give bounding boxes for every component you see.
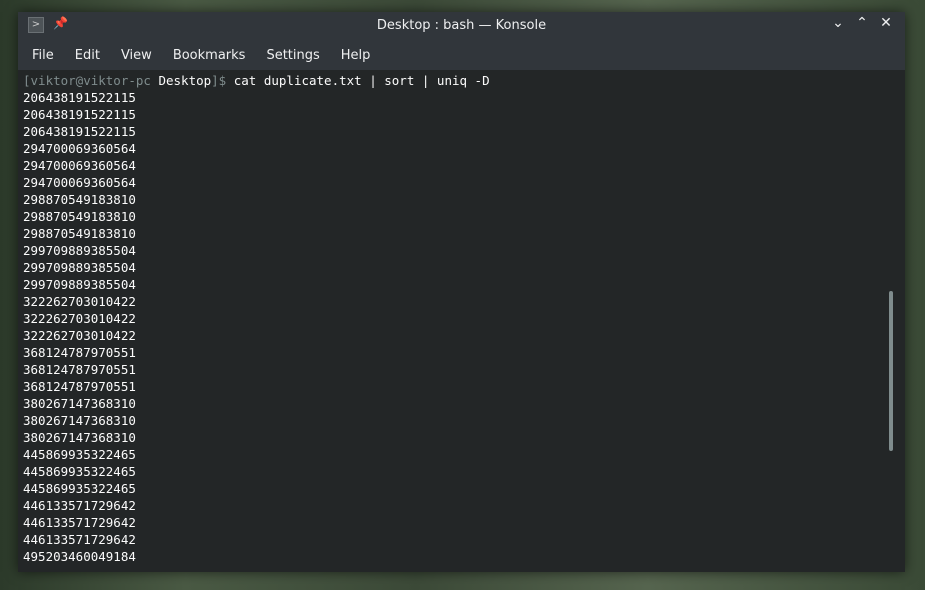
output-line: 206438191522115 [23, 107, 136, 122]
output-line: 445869935322465 [23, 447, 136, 462]
output-line: 322262703010422 [23, 311, 136, 326]
output-line: 322262703010422 [23, 294, 136, 309]
output-line: 298870549183810 [23, 192, 136, 207]
window-title: Desktop : bash — Konsole [376, 18, 547, 33]
menu-help[interactable]: Help [334, 48, 378, 63]
output-line: 446133571729642 [23, 532, 136, 547]
prompt-line: [viktor@viktor-pc Desktop]$ cat duplicat… [23, 72, 905, 89]
menu-bar: File Edit View Bookmarks Settings Help [18, 40, 905, 70]
prompt-dir: Desktop [158, 73, 212, 88]
menu-view[interactable]: View [114, 48, 159, 63]
output-line: 294700069360564 [23, 175, 136, 190]
output-line: 206438191522115 [23, 90, 136, 105]
output-line: 495203460049184 [23, 549, 136, 564]
output-line: 322262703010422 [23, 328, 136, 343]
konsole-window: > 📌 Desktop : bash — Konsole ⌄ ⌃ ✕ File E… [18, 12, 905, 572]
output-line: 206438191522115 [23, 124, 136, 139]
output-line: 294700069360564 [23, 158, 136, 173]
command-text: cat duplicate.txt | sort | uniq -D [233, 73, 490, 88]
output-line: 380267147368310 [23, 396, 136, 411]
output-line: 368124787970551 [23, 345, 136, 360]
close-icon[interactable]: ✕ [876, 15, 896, 31]
minimize-icon[interactable]: ⌄ [828, 15, 848, 31]
output-line: 294700069360564 [23, 141, 136, 156]
output-line: 380267147368310 [23, 413, 136, 428]
maximize-icon[interactable]: ⌃ [852, 15, 872, 31]
output-line: 446133571729642 [23, 515, 136, 530]
output-line: 380267147368310 [23, 430, 136, 445]
prompt-end: ]$ [211, 73, 234, 88]
title-bar: > 📌 Desktop : bash — Konsole ⌄ ⌃ ✕ [18, 12, 905, 40]
output-line: 368124787970551 [23, 379, 136, 394]
output-line: 446133571729642 [23, 498, 136, 513]
menu-edit[interactable]: Edit [68, 48, 107, 63]
prompt-user: [viktor@viktor-pc [23, 73, 159, 88]
menu-file[interactable]: File [25, 48, 61, 63]
menu-bookmarks[interactable]: Bookmarks [166, 48, 253, 63]
output-line: 298870549183810 [23, 226, 136, 241]
scrollbar[interactable] [889, 291, 893, 451]
menu-settings[interactable]: Settings [259, 48, 326, 63]
output-line: 299709889385504 [23, 260, 136, 275]
output-line: 368124787970551 [23, 362, 136, 377]
output-line: 445869935322465 [23, 481, 136, 496]
output-line: 445869935322465 [23, 464, 136, 479]
output-line: 299709889385504 [23, 277, 136, 292]
output-line: 298870549183810 [23, 209, 136, 224]
command-output: 206438191522115 206438191522115 2064381915… [23, 89, 905, 565]
terminal-view[interactable]: [viktor@viktor-pc Desktop]$ cat duplicat… [18, 70, 905, 568]
output-line: 299709889385504 [23, 243, 136, 258]
